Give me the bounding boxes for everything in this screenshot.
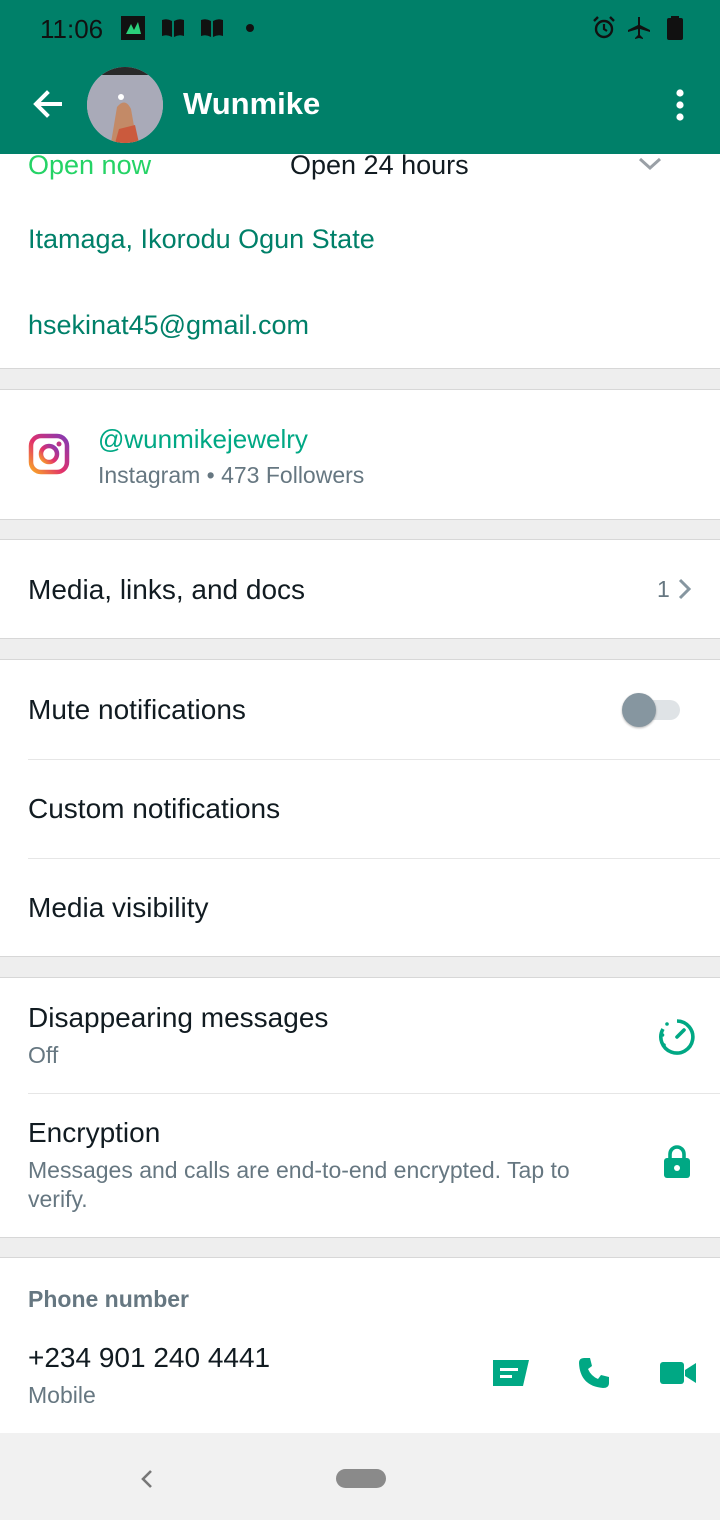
encryption-description-cont: verify. bbox=[28, 1186, 88, 1212]
instagram-subtitle: Instagram • 473 Followers bbox=[98, 462, 365, 488]
media-links-docs-label: Media, links, and docs bbox=[28, 574, 306, 605]
disappearing-messages-row[interactable]: Disappearing messages Off bbox=[0, 978, 720, 1093]
phone-number-header: Phone number bbox=[28, 1286, 190, 1312]
mute-toggle-thumb[interactable] bbox=[622, 693, 656, 727]
avatar-image bbox=[87, 67, 163, 143]
media-links-docs-row[interactable]: Media, links, and docs 1 bbox=[0, 539, 720, 639]
media-count: 1 bbox=[657, 576, 670, 602]
custom-notifications-label: Custom notifications bbox=[28, 793, 281, 824]
phone-number[interactable]: +234 901 240 4441 bbox=[28, 1342, 270, 1374]
mute-notifications-label: Mute notifications bbox=[28, 694, 246, 725]
business-email[interactable]: hsekinat45@gmail.com bbox=[28, 310, 309, 341]
disappearing-timer-icon bbox=[659, 1019, 695, 1055]
airplane-icon bbox=[628, 17, 650, 39]
book-icon bbox=[201, 19, 223, 37]
business-address[interactable]: Itamaga, Ikorodu Ogun State bbox=[28, 224, 375, 255]
avatar[interactable] bbox=[87, 67, 163, 143]
media-visibility-label: Media visibility bbox=[28, 892, 209, 923]
phone-type: Mobile bbox=[28, 1382, 96, 1408]
encryption-label: Encryption bbox=[28, 1117, 161, 1148]
status-bar: 11:06 bbox=[0, 0, 720, 56]
battery-icon bbox=[667, 16, 683, 40]
alarm-icon bbox=[593, 16, 615, 39]
home-pill[interactable] bbox=[336, 1469, 386, 1488]
instagram-handle[interactable]: @wunmikejewelry bbox=[98, 424, 308, 455]
chevron-right-icon bbox=[678, 578, 692, 600]
more-vert-icon[interactable] bbox=[668, 88, 692, 122]
chevron-down-icon[interactable] bbox=[638, 156, 662, 172]
back-arrow-icon[interactable] bbox=[30, 86, 66, 122]
dot-icon bbox=[246, 24, 254, 32]
video-call-icon[interactable] bbox=[659, 1359, 697, 1387]
instagram-icon bbox=[28, 433, 70, 475]
hours-status[interactable]: Open now bbox=[28, 150, 151, 181]
nav-back-icon[interactable] bbox=[138, 1468, 156, 1490]
phone-call-icon[interactable] bbox=[577, 1356, 611, 1390]
lock-icon bbox=[664, 1145, 690, 1178]
navigation-bar bbox=[0, 1433, 720, 1520]
encryption-row[interactable]: Encryption Messages and calls are end-to… bbox=[0, 1093, 720, 1237]
custom-notifications-row[interactable]: Custom notifications bbox=[0, 759, 720, 858]
disappearing-messages-label: Disappearing messages bbox=[28, 1002, 329, 1033]
hours-detail[interactable]: Open 24 hours bbox=[290, 150, 469, 181]
disappearing-messages-value: Off bbox=[28, 1042, 59, 1068]
notifications-card: Mute notifications Custom notifications … bbox=[0, 659, 720, 957]
business-info-card: Open now Open 24 hours Itamaga, Ikorodu … bbox=[0, 150, 720, 369]
mute-notifications-row[interactable]: Mute notifications bbox=[0, 660, 720, 759]
contact-name[interactable]: Wunmike bbox=[183, 86, 320, 122]
phone-number-card: Phone number +234 901 240 4441 Mobile bbox=[0, 1257, 720, 1434]
instagram-card[interactable]: @wunmikejewelry Instagram • 473 Follower… bbox=[0, 389, 720, 520]
encryption-description: Messages and calls are end-to-end encryp… bbox=[28, 1157, 570, 1183]
media-visibility-row[interactable]: Media visibility bbox=[0, 858, 720, 956]
app-bar: Wunmike bbox=[0, 56, 720, 154]
book-icon bbox=[162, 19, 184, 37]
message-icon[interactable] bbox=[490, 1358, 532, 1388]
app-notification-icon bbox=[121, 16, 145, 40]
privacy-card: Disappearing messages Off Encryption Mes… bbox=[0, 977, 720, 1238]
status-time: 11:06 bbox=[40, 14, 104, 44]
